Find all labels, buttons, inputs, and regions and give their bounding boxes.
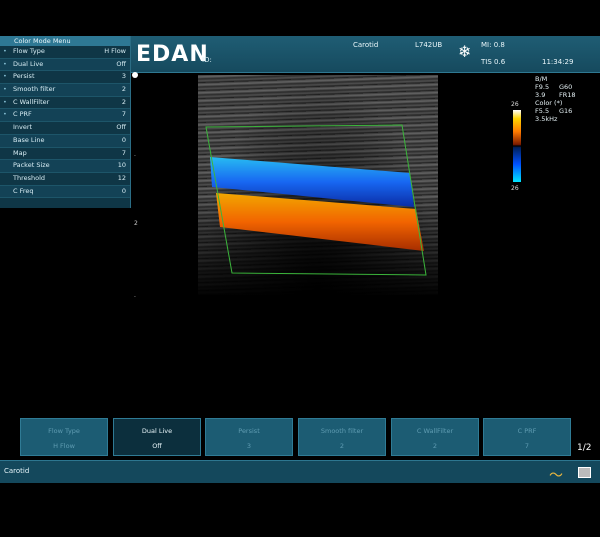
color-flow-overlay	[205, 124, 427, 276]
color-mode-label: Color (*)	[535, 99, 563, 107]
menu-item-value: 3	[121, 72, 126, 81]
menu-item-value: 2	[121, 85, 126, 94]
softkey-title: Smooth filter	[320, 427, 364, 435]
mode-label: B/M	[535, 75, 548, 83]
softkey-title: Flow Type	[48, 427, 80, 435]
softkey-title: C WallFilter	[416, 427, 454, 435]
depth-tick: ·	[134, 153, 136, 160]
menu-bullet-icon: •	[3, 72, 7, 81]
menu-item-label: Flow Type	[13, 47, 45, 55]
softkey-button[interactable]: Persist 3	[205, 418, 293, 456]
probe-name: L742UB	[415, 41, 443, 49]
menu-item-value: 10	[117, 161, 126, 170]
menu-item-label: Threshold	[13, 173, 46, 182]
softkey-title: Dual Live	[141, 427, 173, 435]
menu-item-value: Off	[116, 123, 126, 132]
menu-item-label: C WallFilter	[13, 97, 50, 106]
menu-item[interactable]: • Smooth filter 2	[0, 84, 130, 97]
menu-bullet-icon: •	[3, 85, 7, 94]
menu-item-label: Packet Size	[13, 161, 50, 170]
mechanical-index: MI: 0.8	[481, 41, 505, 49]
clock: 11:34:29	[542, 58, 574, 66]
softkey-bar: Flow Type H Flow Dual Live Off Persist 3 Smoot…	[20, 418, 575, 456]
color-velocity-bar	[513, 110, 521, 182]
imaging-parameters: B/M F9.5 G60 3.9 FR18 Color (*) F5.5 G16 3.…	[535, 75, 576, 124]
page-indicator[interactable]: 1/2	[577, 443, 591, 453]
menu-item[interactable]: • Persist 3	[0, 71, 130, 85]
menu-bullet-icon: •	[3, 97, 7, 106]
menu-item[interactable]: C Freq 0	[0, 185, 130, 199]
menu-item-label: Persist	[13, 72, 35, 81]
softkey-title: Persist	[238, 427, 260, 435]
depth-tick: ·	[134, 294, 136, 301]
depth-mark-label: 2	[134, 220, 138, 227]
menu-item[interactable]: Map 7	[0, 148, 130, 161]
softkey-button[interactable]: Dual Live Off	[113, 418, 201, 456]
velocity-scale-top: 26	[511, 101, 519, 108]
top-info-bar: EDAN ID: Carotid L742UB ❄ MI: 0.8 TIS 0.…	[130, 36, 600, 73]
softkey-value: 7	[524, 442, 530, 450]
status-preset-label: Carotid	[4, 467, 30, 475]
status-bar: Carotid 〜	[0, 460, 600, 484]
menu-item[interactable]: • C WallFilter 2	[0, 97, 130, 110]
menu-item-value: 2	[121, 97, 126, 106]
menu-item-value: 0	[121, 135, 126, 144]
menu-item-label: Map	[13, 148, 27, 157]
snowflake-icon[interactable]: ❄	[458, 44, 471, 60]
menu-bullet-icon: •	[3, 110, 7, 119]
softkey-button[interactable]: C PRF 7	[483, 418, 571, 456]
patient-id-label: ID:	[202, 56, 212, 64]
ultrasound-image[interactable]	[198, 75, 438, 295]
menu-title: Color Mode Menu	[0, 36, 130, 46]
color-prf: 3.5kHz	[535, 115, 558, 123]
menu-item-value: H Flow	[104, 47, 126, 55]
b-frequency: F9.5	[535, 83, 550, 91]
color-mode-menu: Color Mode Menu • Flow Type H Flow • Dual Li…	[0, 36, 131, 208]
menu-item[interactable]: • Flow Type H Flow	[0, 46, 130, 59]
waveform-icon: 〜	[549, 468, 563, 484]
menu-item-label: C PRF	[13, 110, 32, 119]
softkey-value: Off	[152, 442, 162, 450]
softkey-value: H Flow	[53, 442, 75, 450]
edan-logo: EDAN	[136, 42, 209, 67]
softkey-value: 2	[432, 442, 438, 450]
menu-bullet-icon: •	[3, 47, 7, 55]
menu-item-label: C Freq	[13, 186, 34, 195]
softkey-value: 3	[246, 442, 252, 450]
menu-item-label: Dual Live	[13, 59, 44, 68]
thermal-index: TIS 0.6	[481, 58, 506, 66]
menu-item[interactable]: • Dual Live Off	[0, 58, 130, 72]
frame-rate: FR18	[559, 91, 576, 99]
menu-item-value: 12	[117, 173, 126, 182]
depth-marker-dot	[132, 72, 138, 78]
color-gain: G16	[559, 107, 573, 115]
menu-item[interactable]: Packet Size 10	[0, 160, 130, 173]
softkey-button[interactable]: C WallFilter 2	[391, 418, 479, 456]
menu-item-label: Smooth filter	[13, 85, 56, 94]
menu-item-value: 7	[121, 148, 126, 157]
menu-item-label: Invert	[13, 123, 33, 132]
depth-value: 3.9	[535, 91, 546, 99]
menu-item[interactable]: Base Line 0	[0, 134, 130, 148]
softkey-value: 2	[339, 442, 345, 450]
menu-item[interactable]: Invert Off	[0, 122, 130, 135]
softkey-button[interactable]: Flow Type H Flow	[20, 418, 108, 456]
softkey-title: C PRF	[517, 427, 537, 435]
menu-item[interactable]: Threshold 12	[0, 173, 130, 186]
color-frequency: F5.5	[535, 107, 550, 115]
printer-icon[interactable]	[578, 467, 591, 478]
menu-item-value: 0	[121, 186, 126, 195]
menu-item-value: Off	[116, 59, 126, 68]
exam-preset: Carotid	[353, 41, 379, 49]
menu-bullet-icon: •	[3, 59, 7, 68]
menu-item[interactable]: • C PRF 7	[0, 109, 130, 123]
velocity-scale-bottom: 26	[511, 185, 519, 192]
menu-item-value: 7	[121, 110, 126, 119]
menu-item-label: Base Line	[13, 135, 45, 144]
softkey-button[interactable]: Smooth filter 2	[298, 418, 386, 456]
